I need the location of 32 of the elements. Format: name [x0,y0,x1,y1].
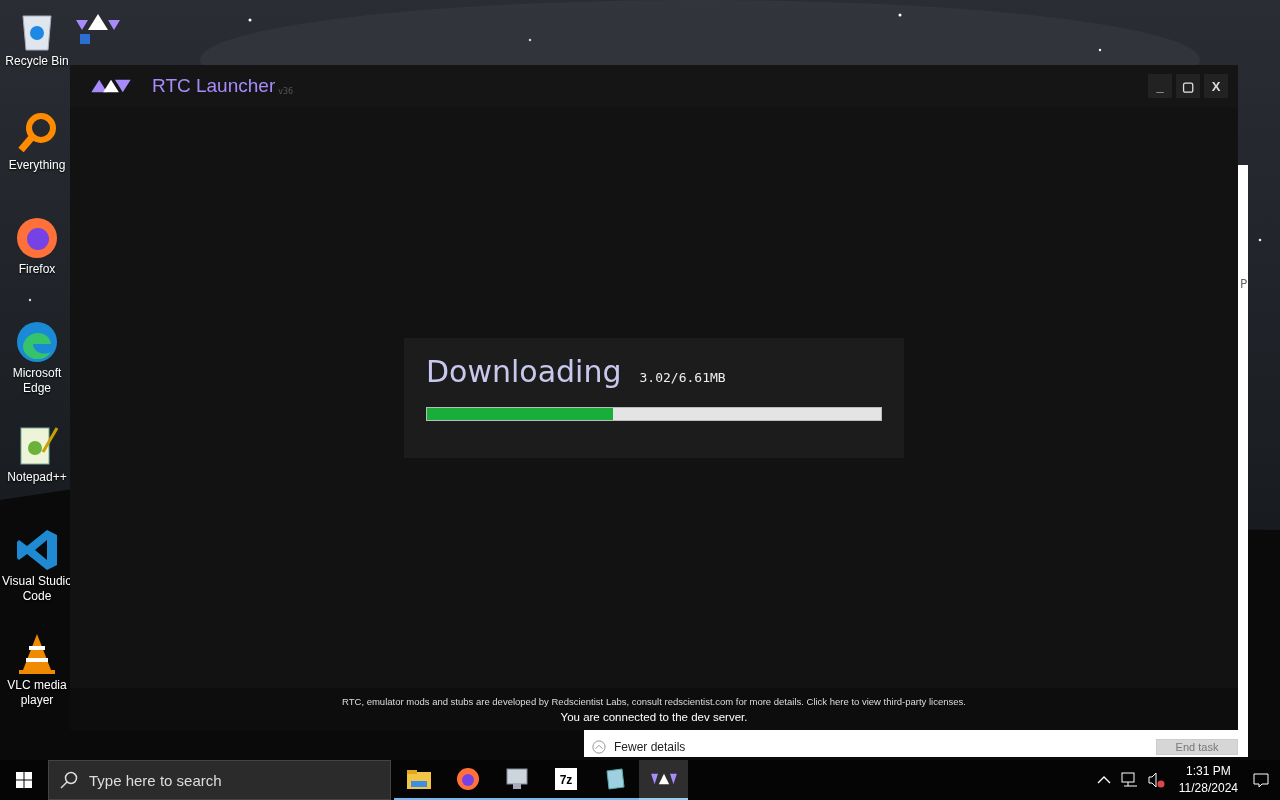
column-header: P [1240,277,1248,291]
folder-icon [405,767,432,791]
muted-speaker-icon[interactable] [1146,771,1165,789]
firefox-icon [454,767,481,791]
credits-notice: RTC, emulator mods and stubs are developed by Redscientist Labs, consult redscientist.com for more details. Click here to view third-party licenses. [342,695,966,707]
version-label: v36 [278,86,294,96]
maximize-button[interactable]: ▢ [1176,74,1200,98]
desktop-icon-label[interactable]: Notepad++ [0,470,74,485]
archive-icon: 7z [552,767,579,791]
clock-time[interactable]: 1:31 PM [1186,763,1231,780]
search-icon [60,771,78,789]
windows-logo-icon [16,772,32,788]
download-size: 3.02/6.61MB [639,369,726,385]
search-field[interactable]: Type here to search [48,760,391,800]
desktop-icon-label[interactable]: Microsoft Edge [0,366,74,396]
network-icon[interactable] [1120,771,1139,789]
clock-date[interactable]: 11/28/2024 [1178,780,1238,797]
taskbar-app[interactable]: 7z [541,760,590,800]
minimize-button[interactable]: _ [1148,74,1172,98]
desktop-icon-label[interactable]: Everything [0,158,74,173]
close-button[interactable]: X [1204,74,1228,98]
download-heading: Downloading [426,353,622,389]
fewer-details-link[interactable]: Fewer details [592,740,686,754]
chevron-up-icon [592,740,606,754]
desktop-icon-label[interactable]: Recycle Bin [0,54,74,69]
desktop-icon-label[interactable]: Firefox [0,262,74,277]
monitor-icon [503,767,530,791]
desktop-icon-label[interactable]: VLC media player [0,678,74,708]
taskbar-app[interactable] [639,760,688,800]
notifications-icon[interactable] [1252,771,1270,789]
connection-status: You are connected to the dev server. [560,710,748,723]
window-title: RTC Launcher [152,75,276,97]
